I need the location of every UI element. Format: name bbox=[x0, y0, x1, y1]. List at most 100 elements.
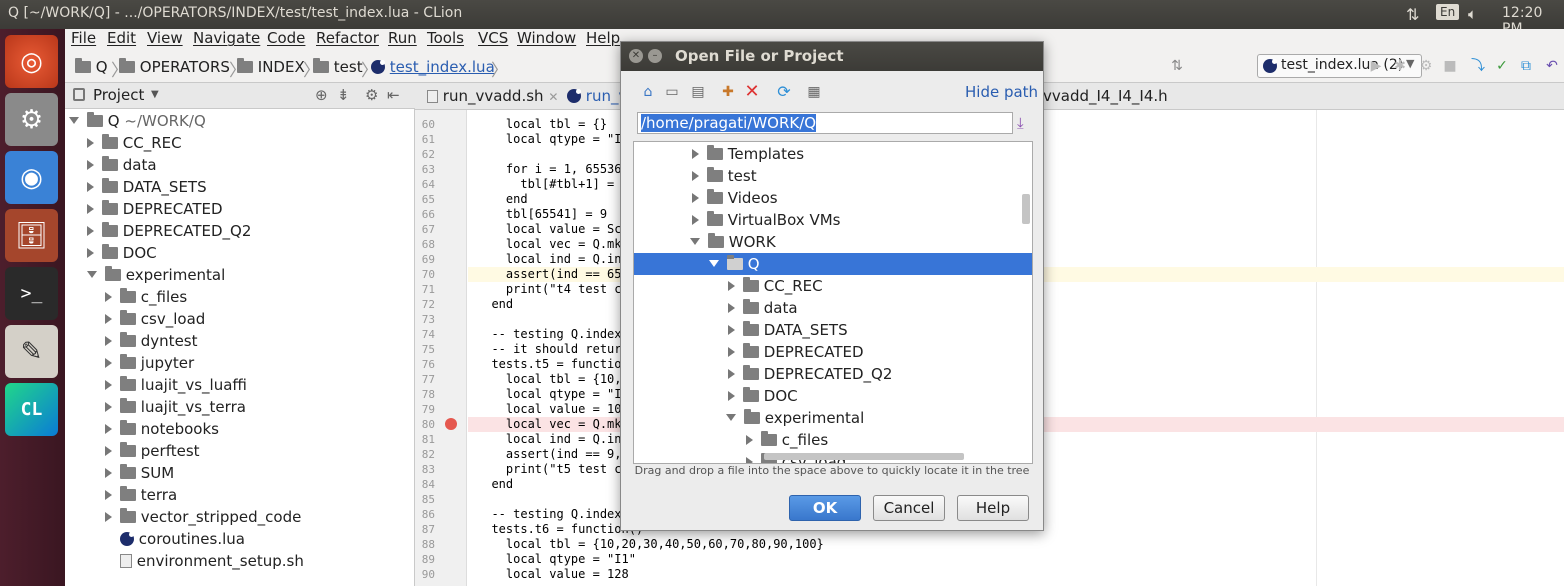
clion-icon[interactable]: CL bbox=[5, 383, 58, 436]
tree-item[interactable]: data bbox=[728, 297, 798, 319]
code-line[interactable]: tbl[65541] = 9 bbox=[477, 207, 607, 222]
network-icon[interactable]: ⇅ bbox=[1406, 5, 1419, 24]
code-line[interactable]: local vec = Q.mk_co bbox=[477, 237, 643, 252]
menu-edit[interactable]: Edit bbox=[107, 29, 136, 47]
delete-icon[interactable]: ✕ bbox=[743, 83, 761, 101]
show-hidden-icon[interactable]: ▦ bbox=[805, 83, 823, 101]
revert-icon[interactable]: ↶ bbox=[1543, 57, 1561, 75]
settings-icon[interactable]: ⚙ bbox=[5, 93, 58, 146]
menu-view[interactable]: View bbox=[147, 29, 183, 47]
tree-item[interactable]: DEPRECATED bbox=[728, 341, 864, 363]
tree-item[interactable]: dyntest bbox=[105, 330, 198, 352]
debug-icon[interactable]: ✱ bbox=[1391, 57, 1409, 75]
keyboard-layout-indicator[interactable]: En bbox=[1436, 4, 1460, 24]
code-line[interactable]: local tbl = {10,20,30,40,50,60,70,80,90,… bbox=[477, 537, 824, 552]
desktop-icon[interactable]: ▭ bbox=[663, 83, 681, 101]
breadcrumb-index[interactable]: INDEX bbox=[237, 58, 305, 76]
tree-item[interactable]: terra bbox=[105, 484, 177, 506]
clock[interactable]: 12:20 PM bbox=[1502, 5, 1564, 37]
tree-item[interactable]: jupyter bbox=[105, 352, 194, 374]
ubuntu-icon[interactable]: ◎ bbox=[5, 35, 58, 88]
help-button[interactable]: Help bbox=[957, 495, 1029, 521]
vcs-sort-icon[interactable]: ⇅ bbox=[1168, 57, 1186, 75]
code-line[interactable]: local value = 100 bbox=[477, 402, 629, 417]
tree-item[interactable]: experimental bbox=[726, 407, 864, 429]
text-editor-icon[interactable]: ✎ bbox=[5, 325, 58, 378]
gear-icon[interactable]: ⚙ bbox=[365, 86, 378, 104]
code-line[interactable]: local qtype = "I4" bbox=[477, 132, 636, 147]
download-history-icon[interactable]: ⤓ bbox=[1017, 114, 1024, 132]
code-line[interactable]: tests.t5 = function() bbox=[477, 357, 643, 372]
menu-vcs[interactable]: VCS bbox=[478, 29, 508, 47]
code-line[interactable]: assert(ind == 65541 bbox=[477, 267, 643, 282]
code-line[interactable]: assert(ind == 9, "w bbox=[477, 447, 643, 462]
code-line[interactable]: local value = Scala bbox=[477, 222, 643, 237]
ok-button[interactable]: OK bbox=[789, 495, 861, 521]
code-line[interactable]: tests.t6 = function() bbox=[477, 522, 643, 537]
tree-item[interactable]: DOC bbox=[728, 385, 798, 407]
tree-item[interactable]: perftest bbox=[105, 440, 200, 462]
code-line[interactable]: for i = 1, 65536*3 bbox=[477, 162, 636, 177]
tree-item[interactable]: VirtualBox VMs bbox=[692, 209, 840, 231]
code-line[interactable]: -- testing Q.index() bbox=[477, 327, 636, 342]
tree-item[interactable]: c_files bbox=[105, 286, 187, 308]
volume-icon[interactable]: 🔈︎ bbox=[1468, 5, 1477, 24]
code-line[interactable]: tbl[#tbl+1] = ( i bbox=[477, 177, 643, 192]
breadcrumb-test[interactable]: test bbox=[313, 58, 363, 76]
code-line[interactable]: local tbl = {10,20, bbox=[477, 372, 643, 387]
tab-run-vvadd[interactable]: run_vvadd.sh ✕ bbox=[419, 83, 566, 110]
stop-icon[interactable]: ■ bbox=[1441, 57, 1459, 75]
tree-item[interactable]: luajit_vs_terra bbox=[105, 396, 246, 418]
code-line[interactable]: local ind = Q.index bbox=[477, 432, 643, 447]
tab-vvadd-header[interactable]: vvadd_I4_I4_I4.h bbox=[1035, 83, 1176, 110]
tree-item[interactable]: CC_REC bbox=[728, 275, 823, 297]
path-input[interactable]: /home/pragati/WORK/Q bbox=[637, 112, 1013, 134]
tree-item-file[interactable]: environment_setup.sh bbox=[120, 550, 304, 572]
tree-item[interactable]: Videos bbox=[692, 187, 778, 209]
tree-vertical-scrollbar[interactable] bbox=[1022, 194, 1030, 224]
menu-navigate[interactable]: Navigate bbox=[193, 29, 260, 47]
tree-item[interactable]: notebooks bbox=[105, 418, 219, 440]
coverage-icon[interactable]: ⚙ bbox=[1417, 57, 1435, 75]
tree-item[interactable]: test bbox=[692, 165, 757, 187]
collapse-icon[interactable]: ⇟ bbox=[337, 86, 350, 104]
code-line[interactable]: local value = 128 bbox=[477, 567, 629, 582]
run-icon[interactable]: ▶ bbox=[1367, 57, 1385, 75]
home-icon[interactable]: ⌂ bbox=[639, 83, 657, 101]
tree-item[interactable]: DATA_SETS bbox=[728, 319, 848, 341]
code-line[interactable]: -- testing Q.index() bbox=[477, 507, 636, 522]
hide-path-link[interactable]: Hide path bbox=[965, 83, 1038, 101]
compare-icon[interactable]: ⧉ bbox=[1517, 57, 1535, 75]
breadcrumb-file[interactable]: test_index.lua bbox=[371, 58, 495, 76]
menu-run[interactable]: Run bbox=[388, 29, 417, 47]
code-line[interactable]: local tbl = {} bbox=[477, 117, 607, 132]
code-line[interactable]: end bbox=[477, 477, 513, 492]
chevron-down-icon[interactable]: ▼ bbox=[151, 89, 159, 100]
tree-item[interactable]: DEPRECATED bbox=[87, 198, 223, 220]
tree-item-root[interactable]: Q ~/WORK/Q bbox=[69, 110, 206, 132]
code-line[interactable]: local ind = Q.index bbox=[477, 252, 643, 267]
tree-item[interactable]: WORK bbox=[690, 231, 776, 253]
tree-item-file[interactable]: coroutines.lua bbox=[120, 528, 245, 550]
project-folder-icon[interactable]: ▤ bbox=[689, 83, 707, 101]
hide-icon[interactable]: ⇤ bbox=[387, 86, 400, 104]
project-panel-title[interactable]: Project bbox=[93, 86, 144, 104]
menu-tools[interactable]: Tools bbox=[427, 29, 464, 47]
tree-item[interactable]: csv_load bbox=[105, 308, 205, 330]
menu-window[interactable]: Window bbox=[517, 29, 576, 47]
tree-item[interactable]: DOC bbox=[87, 242, 157, 264]
chromium-icon[interactable]: ◉ bbox=[5, 151, 58, 204]
code-line[interactable]: print("t5 test comp bbox=[477, 462, 643, 477]
code-line[interactable]: local qtype = "I1" bbox=[477, 552, 636, 567]
vcs-update-icon[interactable]: ⤵ bbox=[1469, 57, 1487, 75]
menu-code[interactable]: Code bbox=[267, 29, 305, 47]
code-line[interactable]: end bbox=[477, 297, 513, 312]
code-line[interactable]: end bbox=[477, 192, 528, 207]
code-line[interactable]: local qtype = "I1" bbox=[477, 387, 636, 402]
tree-horizontal-scrollbar[interactable] bbox=[764, 453, 964, 460]
cancel-button[interactable]: Cancel bbox=[873, 495, 945, 521]
tree-item[interactable]: Templates bbox=[692, 143, 804, 165]
new-folder-icon[interactable]: ✚ bbox=[719, 83, 737, 101]
menu-refactor[interactable]: Refactor bbox=[316, 29, 379, 47]
tree-item-selected[interactable]: Q bbox=[634, 253, 1032, 275]
